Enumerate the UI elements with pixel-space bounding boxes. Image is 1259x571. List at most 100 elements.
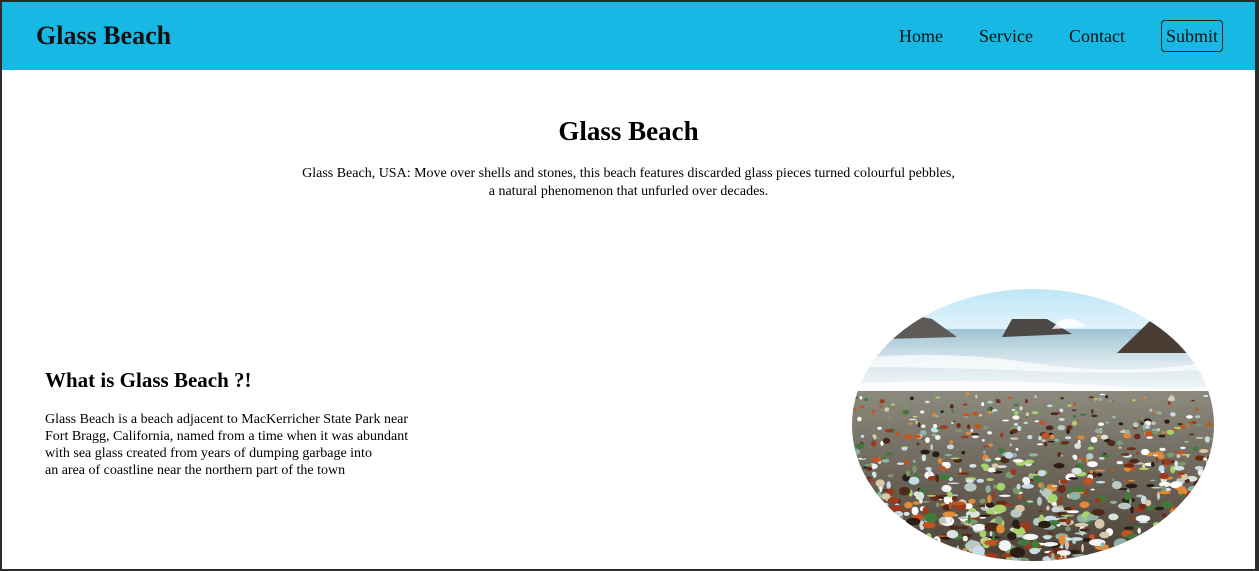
about-paragraph-line: an area of coastline near the northern p… [45, 463, 346, 478]
sea-glass-pebble [1066, 425, 1073, 430]
sea-glass-pebble [1149, 479, 1156, 482]
sea-glass-pebble [1058, 417, 1065, 421]
hero-description: Glass Beach, USA: Move over shells and s… [2, 165, 1255, 201]
sea-glass-pebble [1192, 549, 1204, 552]
nav-link-home[interactable]: Home [899, 20, 943, 52]
sea-glass-pebble [1034, 395, 1038, 399]
sea-glass-pebble [1125, 483, 1138, 489]
sea-glass-pebble [1199, 498, 1204, 505]
sea-glass-pebble [884, 523, 888, 529]
sea-glass-pebble [931, 433, 937, 437]
sea-glass-pebble [1153, 530, 1160, 536]
sea-glass-pebble [1016, 483, 1021, 490]
sea-glass-pebble [935, 396, 941, 399]
sea-glass-pebble [1153, 522, 1160, 528]
nav-link-contact[interactable]: Contact [1069, 20, 1125, 52]
sea-glass-pebble [1071, 409, 1077, 412]
sea-glass-pebble [994, 543, 1000, 546]
sea-glass-pebble [885, 509, 890, 512]
sea-glass-pebble [905, 470, 910, 477]
sea-glass-pebble [920, 410, 925, 414]
sea-glass-pebble [1173, 542, 1179, 551]
sea-glass-pebble [999, 432, 1004, 438]
sea-glass-pebble [1170, 412, 1176, 417]
sea-glass-pebble [891, 550, 904, 555]
sea-glass-pebble [860, 434, 865, 438]
sea-glass-pebble [1060, 397, 1064, 400]
sea-glass-pebble [898, 486, 911, 496]
sea-glass-pebble [1068, 491, 1081, 500]
sea-glass-pebble [858, 494, 869, 500]
sea-glass-pebble [1188, 496, 1198, 503]
sea-glass-pebble [1052, 412, 1059, 416]
sea-glass-pebble [1158, 465, 1165, 472]
sea-glass-pebble [1041, 432, 1050, 439]
sea-glass-pebble [1129, 458, 1140, 464]
sea-glass-pebble [1012, 519, 1020, 529]
sea-glass-pebble [1168, 544, 1182, 555]
sea-glass-pebble [899, 547, 906, 554]
sea-glass-pebble [893, 511, 904, 517]
sea-glass-pebble [1074, 522, 1089, 528]
sea-glass-pebble [868, 508, 876, 518]
sea-glass-pebble [976, 478, 985, 483]
sea-glass-pebble [949, 404, 954, 409]
sea-glass-pebble [876, 437, 881, 440]
sea-glass-pebble [1200, 552, 1211, 559]
sea-glass-pebble [1142, 546, 1157, 549]
sea-glass-pebble [902, 556, 920, 561]
sea-glass-pebble [1031, 411, 1039, 415]
sea-glass-pebble [1188, 422, 1193, 425]
sea-glass-pebble [934, 547, 949, 551]
sea-glass-pebble [1138, 467, 1149, 470]
sea-glass-pebble [1147, 532, 1164, 539]
sea-glass-pebble [993, 504, 1007, 513]
sea-glass-pebble [1200, 523, 1207, 527]
sea-glass-pebble [941, 461, 948, 467]
sea-glass-pebble [992, 490, 995, 500]
sea-glass-pebble [1044, 441, 1048, 447]
sea-glass-pebble [1180, 453, 1191, 456]
sea-glass-pebble [984, 458, 992, 462]
sea-glass-pebble [1100, 434, 1109, 440]
sea-glass-pebble [968, 498, 976, 504]
sea-glass-pebble [1086, 453, 1094, 460]
sea-glass-pebble [1177, 461, 1187, 466]
sea-glass-pebble [1139, 504, 1147, 510]
brand-logo-text[interactable]: Glass Beach [36, 19, 171, 53]
sea-glass-pebble [1159, 472, 1169, 480]
sea-glass-pebble [1167, 547, 1174, 554]
sea-glass-pebble [1052, 403, 1056, 408]
sea-glass-pebble [859, 396, 863, 400]
sea-glass-pebble [962, 403, 968, 406]
sea-glass-pebble [968, 508, 976, 513]
sea-glass-pebble [1161, 431, 1166, 434]
sea-glass-pebble [996, 400, 1001, 403]
sea-glass-pebble [947, 482, 960, 485]
sea-glass-pebble [1090, 436, 1098, 443]
sea-glass-pebble [1176, 450, 1186, 455]
sea-glass-pebble [1160, 524, 1172, 534]
sea-glass-pebble [1057, 425, 1066, 431]
sea-glass-pebble [1025, 412, 1030, 417]
sea-glass-pebble [937, 457, 943, 464]
sea-glass-pebble [1203, 395, 1209, 397]
submit-button[interactable]: Submit [1160, 20, 1223, 52]
sea-glass-pebble [873, 530, 881, 536]
sea-glass-pebble [958, 472, 970, 475]
nav-link-service[interactable]: Service [979, 20, 1033, 52]
sea-glass-pebble [1089, 469, 1093, 474]
sea-glass-pebble [969, 464, 977, 468]
sea-glass-pebble [857, 457, 867, 460]
sea-glass-pebble [857, 416, 862, 422]
sea-glass-pebble [1144, 431, 1153, 437]
sea-glass-pebble [1132, 399, 1136, 402]
sea-glass-pebble [1144, 537, 1159, 545]
sea-glass-pebble [1091, 508, 1105, 516]
sea-glass-pebble [920, 429, 927, 436]
sea-glass-pebble [915, 491, 925, 501]
sea-glass-pebble [897, 519, 908, 530]
sea-glass-pebble [1041, 439, 1046, 442]
sea-glass-pebble [909, 418, 917, 421]
hero-description-line: Glass Beach, USA: Move over shells and s… [302, 166, 955, 181]
